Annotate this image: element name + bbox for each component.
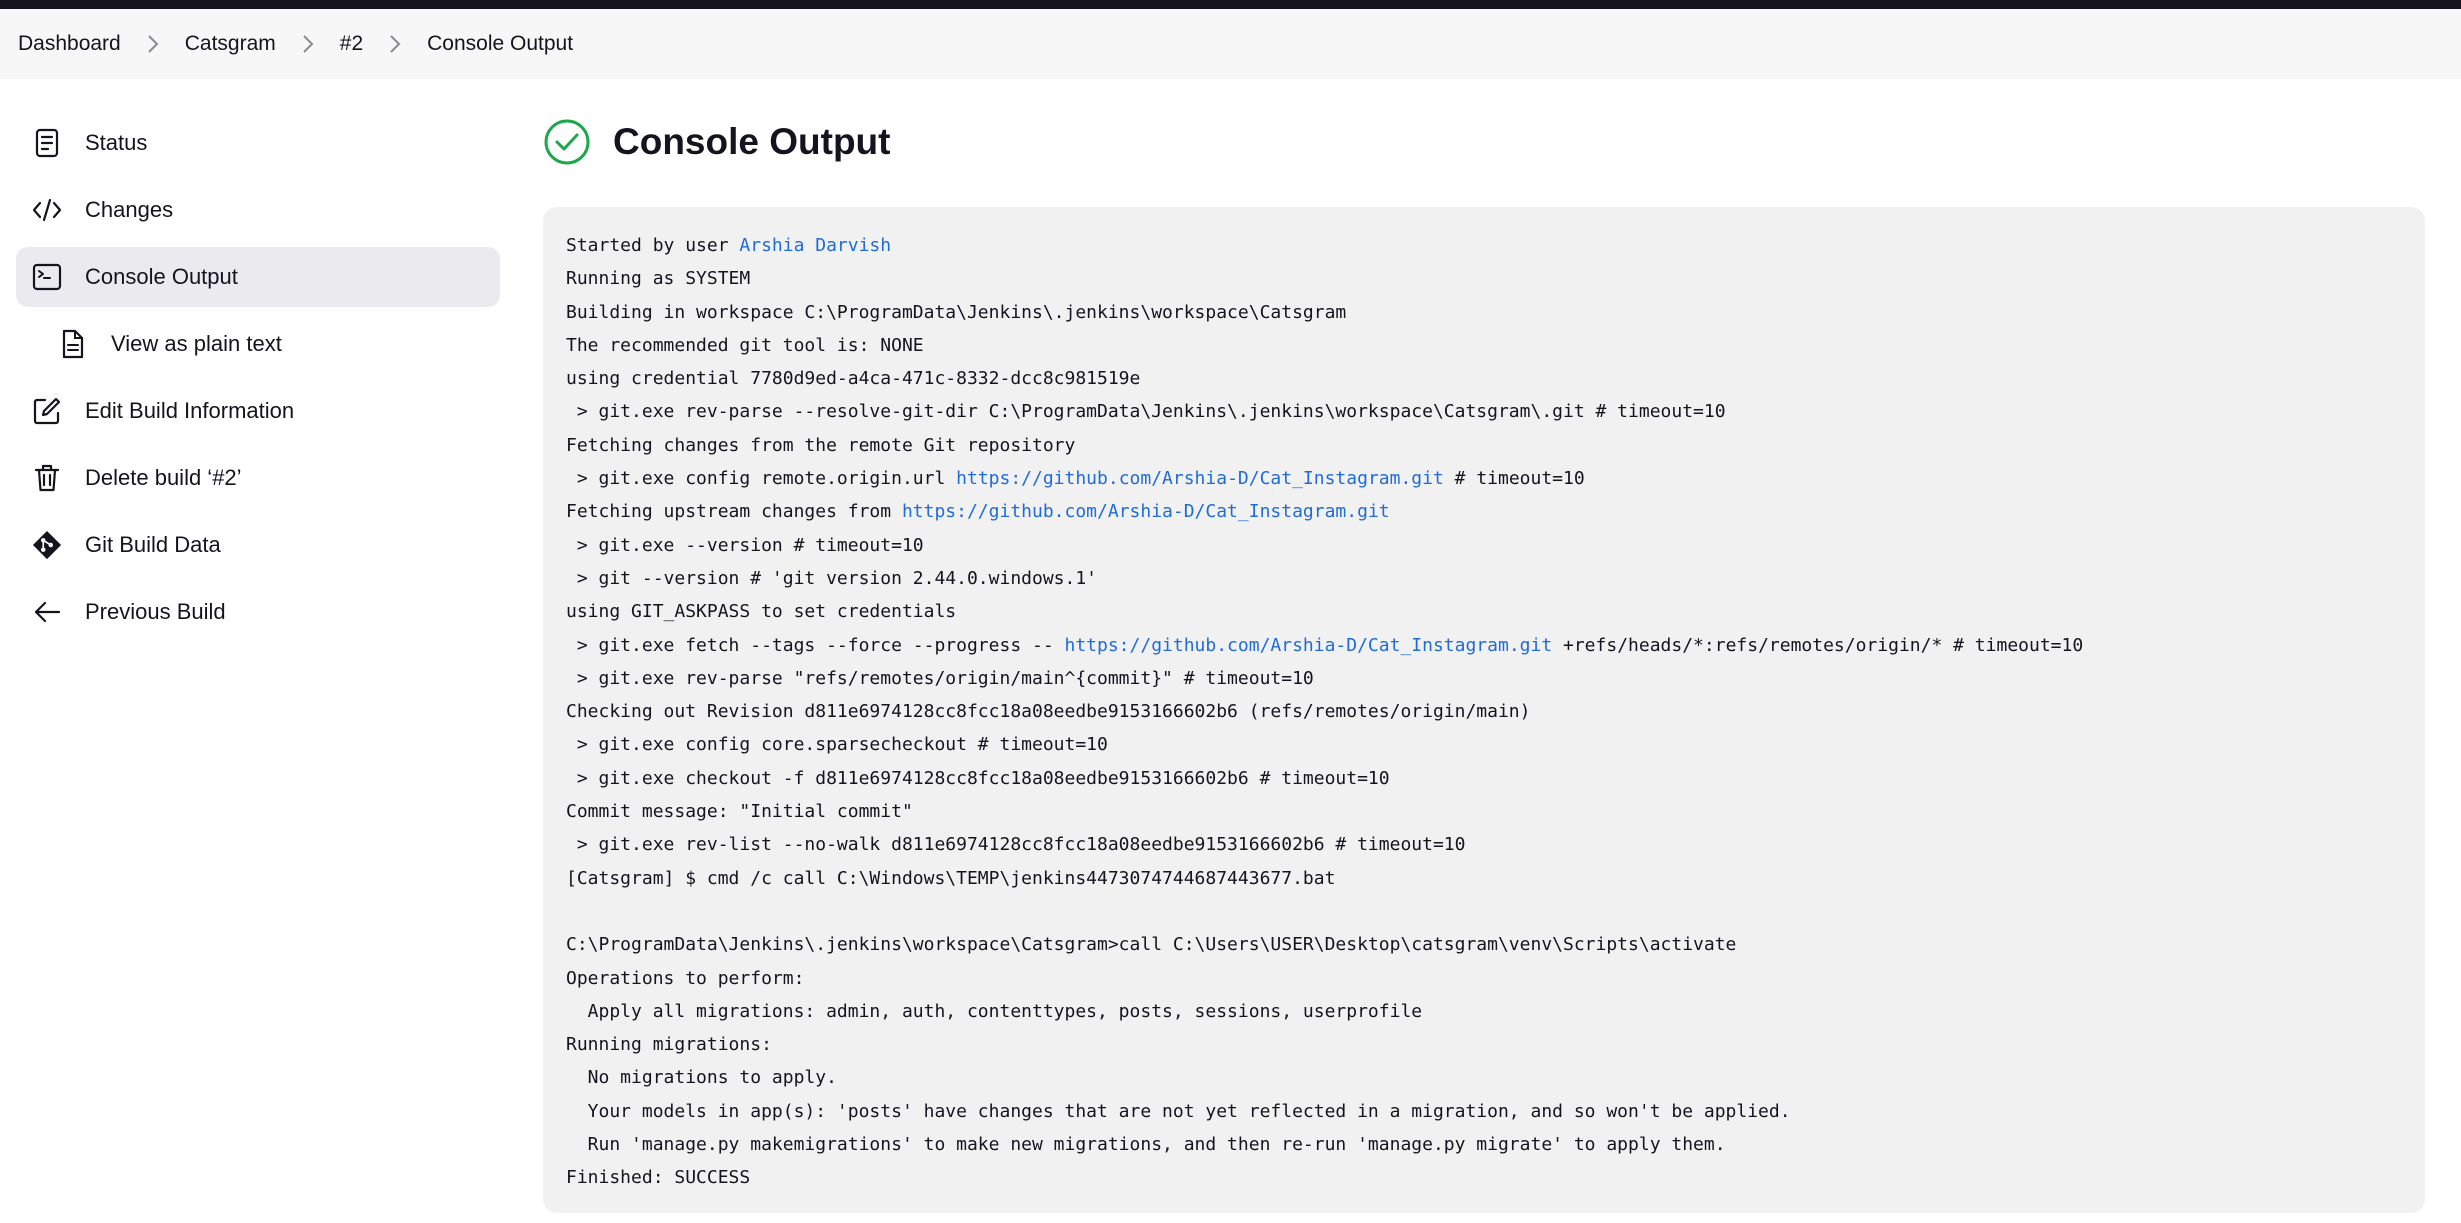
console-line: Running as SYSTEM — [566, 268, 751, 290]
console-line: > git.exe checkout -f d811e6974128cc8fcc… — [566, 767, 1390, 789]
breadcrumb-build[interactable]: #2 — [340, 32, 363, 56]
sidebar-item-previous-build[interactable]: Previous Build — [16, 582, 500, 642]
edit-icon — [32, 396, 62, 426]
document-icon — [58, 329, 88, 359]
console-link[interactable]: Arshia Darvish — [739, 235, 891, 256]
terminal-icon — [32, 262, 62, 292]
sidebar-item-label: Status — [85, 130, 148, 155]
console-link[interactable]: https://github.com/Arshia-D/Cat_Instagra… — [902, 501, 1390, 522]
sidebar-item-edit-build-information[interactable]: Edit Build Information — [16, 381, 500, 441]
main-content: Console Output Started by user Arshia Da… — [543, 113, 2425, 1213]
console-line: Apply all migrations: admin, auth, conte… — [566, 1000, 1423, 1022]
sidebar-item-git-build-data[interactable]: Git Build Data — [16, 515, 500, 575]
console-line: Fetching upstream changes from https://g… — [566, 495, 2402, 528]
console-line: > git.exe rev-parse --resolve-git-dir C:… — [566, 401, 1726, 423]
breadcrumb-dashboard[interactable]: Dashboard — [18, 32, 121, 56]
git-icon — [32, 530, 62, 560]
console-line: > git.exe --version # timeout=10 — [566, 534, 924, 556]
breadcrumb: Dashboard Catsgram #2 Console Output — [0, 9, 2461, 79]
chevron-right-icon — [147, 34, 159, 54]
console-line: > git.exe config remote.origin.url https… — [566, 462, 2402, 495]
console-text: # timeout=10 — [1443, 468, 1585, 490]
breadcrumb-console-output[interactable]: Console Output — [427, 32, 573, 56]
console-line: [Catsgram] $ cmd /c call C:\Windows\TEMP… — [566, 867, 1336, 889]
console-line: > git.exe fetch --tags --force --progres… — [566, 629, 2402, 662]
sidebar-item-label: Edit Build Information — [85, 398, 295, 423]
sidebar: Status Changes Console Output View as pl… — [16, 113, 500, 649]
console-line: > git --version # 'git version 2.44.0.wi… — [566, 567, 1098, 589]
trash-icon — [32, 463, 62, 493]
console-line: using credential 7780d9ed-a4ca-471c-8332… — [566, 368, 1141, 390]
arrow-left-icon — [32, 597, 62, 627]
console-text: > git.exe fetch --tags --force --progres… — [566, 634, 1065, 656]
sidebar-item-changes[interactable]: Changes — [16, 180, 500, 240]
console-line: > git.exe rev-list --no-walk d811e697412… — [566, 834, 1466, 856]
console-line: Running migrations: — [566, 1034, 772, 1056]
title-row: Console Output — [543, 113, 2425, 171]
console-line: Fetching changes from the remote Git rep… — [566, 434, 1076, 456]
console-line: C:\ProgramData\Jenkins\.jenkins\workspac… — [566, 934, 1737, 956]
console-text: Fetching upstream changes from — [566, 501, 902, 523]
console-line: Started by user Arshia Darvish — [566, 229, 2402, 262]
sidebar-item-status[interactable]: Status — [16, 113, 500, 173]
console-output: Started by user Arshia Darvish Running as… — [543, 207, 2425, 1213]
console-line: Your models in app(s): 'posts' have chan… — [566, 1100, 1791, 1122]
console-link[interactable]: https://github.com/Arshia-D/Cat_Instagra… — [1065, 635, 1553, 656]
sidebar-item-view-as-plain-text[interactable]: View as plain text — [16, 314, 500, 374]
status-icon — [32, 128, 62, 158]
console-line: Commit message: "Initial commit" — [566, 801, 913, 823]
console-line: Building in workspace C:\ProgramData\Jen… — [566, 301, 1347, 323]
sidebar-item-label: Previous Build — [85, 599, 226, 624]
sidebar-item-label: View as plain text — [111, 331, 282, 356]
console-text: Started by user — [566, 235, 740, 256]
console-line: > git.exe rev-parse "refs/remotes/origin… — [566, 667, 1314, 689]
sidebar-item-label: Console Output — [85, 264, 238, 289]
code-icon — [32, 195, 62, 225]
console-line: using GIT_ASKPASS to set credentials — [566, 601, 957, 623]
sidebar-item-delete-build[interactable]: Delete build ‘#2’ — [16, 448, 500, 508]
sidebar-item-console-output[interactable]: Console Output — [16, 247, 500, 307]
console-text: > git.exe config remote.origin.url — [566, 468, 957, 490]
page-title: Console Output — [613, 121, 891, 162]
console-line: Operations to perform: — [566, 967, 805, 989]
success-check-icon — [544, 119, 590, 165]
console-text: +refs/heads/*:refs/remotes/origin/* # ti… — [1552, 634, 2084, 656]
console-link[interactable]: https://github.com/Arshia-D/Cat_Instagra… — [956, 468, 1444, 489]
console-line: Checking out Revision d811e6974128cc8fcc… — [566, 701, 1531, 723]
sidebar-item-label: Changes — [85, 197, 174, 222]
chevron-right-icon — [302, 34, 314, 54]
breadcrumb-catsgram[interactable]: Catsgram — [185, 32, 276, 56]
console-line: Finished: SUCCESS — [566, 1167, 751, 1189]
chevron-right-icon — [389, 34, 401, 54]
top-bar — [0, 0, 2461, 9]
console-line: Run 'manage.py makemigrations' to make n… — [566, 1134, 1726, 1156]
console-line: > git.exe config core.sparsecheckout # t… — [566, 734, 1108, 756]
sidebar-item-label: Delete build ‘#2’ — [85, 465, 242, 490]
console-line: The recommended git tool is: NONE — [566, 334, 924, 356]
console-line: No migrations to apply. — [566, 1067, 837, 1089]
sidebar-item-label: Git Build Data — [85, 532, 221, 557]
